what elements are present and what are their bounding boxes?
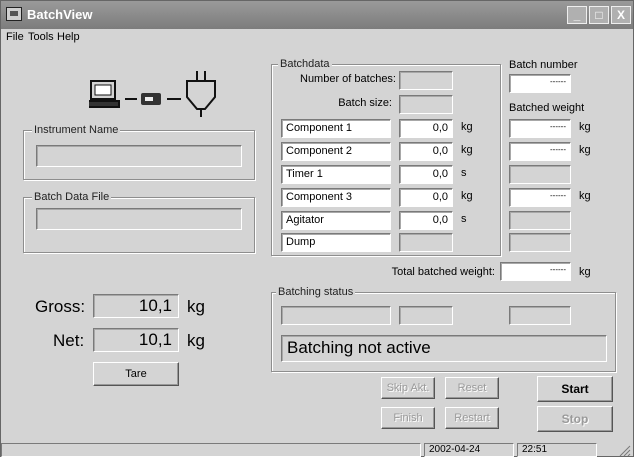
component-3-unit: kg	[461, 190, 473, 202]
timer-1-value[interactable]: 0,0	[399, 165, 453, 184]
instrument-icon	[141, 93, 161, 105]
start-button[interactable]: Start	[537, 376, 613, 402]
component-2-batched: ------	[509, 142, 571, 161]
menu-tools[interactable]: Tools	[28, 31, 54, 43]
batch-size-field	[399, 95, 453, 114]
instrument-name-group: Instrument Name	[23, 124, 255, 180]
number-of-batches-label: Number of batches:	[300, 73, 396, 85]
status-message-cell	[1, 443, 421, 457]
batch-data-file-label: Batch Data File	[32, 191, 112, 203]
component-1-name[interactable]: Component 1	[281, 119, 391, 138]
dump-name[interactable]: Dump	[281, 233, 391, 252]
gross-value: 10,1	[93, 294, 179, 318]
status-field-1	[281, 306, 391, 325]
minimize-button[interactable]: _	[567, 6, 587, 24]
component-2-unit: kg	[461, 144, 473, 156]
timer-1-name[interactable]: Timer 1	[281, 165, 391, 184]
title-bar[interactable]: BatchView _ □ X	[1, 1, 633, 29]
total-batched-weight-field: ------	[500, 262, 571, 281]
net-label: Net:	[53, 331, 85, 350]
component-3-batched-unit: kg	[579, 190, 591, 202]
agitator-unit: s	[461, 213, 467, 225]
component-3-value[interactable]: 0,0	[399, 188, 453, 207]
batched-weight-label: Batched weight	[509, 102, 585, 114]
finish-button[interactable]: Finish	[381, 407, 435, 429]
dump-value	[399, 233, 453, 252]
status-date: 2002-04-24	[424, 443, 514, 457]
batch-data-file-field	[36, 208, 242, 230]
menu-bar: File Tools Help	[1, 29, 633, 47]
batch-number-label: Batch number	[509, 59, 578, 71]
batchdata-label: Batchdata	[278, 58, 332, 70]
timer-1-unit: s	[461, 167, 467, 179]
agitator-value[interactable]: 0,0	[399, 211, 453, 230]
batching-status-message: Batching not active	[281, 335, 607, 362]
status-time: 22:51	[517, 443, 597, 457]
system-diagram-icon	[89, 71, 216, 117]
instrument-name-field	[36, 145, 242, 167]
window-title: BatchView	[27, 7, 93, 22]
total-batched-weight-unit: kg	[579, 266, 591, 278]
batchview-window: BatchView _ □ X File Tools Help Instrume…	[0, 0, 634, 457]
status-field-3	[509, 306, 571, 325]
component-2-name[interactable]: Component 2	[281, 142, 391, 161]
batch-size-label: Batch size:	[338, 97, 392, 109]
component-1-value[interactable]: 0,0	[399, 119, 453, 138]
reset-button[interactable]: Reset	[445, 377, 499, 399]
net-unit: kg	[187, 331, 205, 350]
close-button[interactable]: X	[611, 6, 631, 24]
computer-icon	[89, 80, 120, 108]
total-batched-weight-label: Total batched weight:	[391, 266, 495, 278]
restart-button[interactable]: Restart	[445, 407, 499, 429]
timer-1-batched	[509, 165, 571, 184]
menu-file[interactable]: File	[6, 31, 24, 43]
number-of-batches-field	[399, 71, 453, 90]
component-2-batched-unit: kg	[579, 144, 591, 156]
gross-label: Gross:	[35, 297, 86, 316]
resize-grip-icon[interactable]	[617, 443, 631, 457]
app-icon	[6, 7, 22, 21]
stop-button[interactable]: Stop	[537, 406, 613, 432]
component-2-value[interactable]: 0,0	[399, 142, 453, 161]
hopper-icon	[186, 71, 216, 117]
component-3-name[interactable]: Component 3	[281, 188, 391, 207]
skip-akt-button[interactable]: Skip Akt.	[381, 377, 435, 399]
instrument-name-label: Instrument Name	[32, 124, 121, 136]
dump-batched	[509, 233, 571, 252]
agitator-batched	[509, 211, 571, 230]
batch-data-file-group: Batch Data File	[23, 191, 255, 253]
gross-unit: kg	[187, 297, 205, 316]
net-value: 10,1	[93, 328, 179, 352]
component-1-batched: ------	[509, 119, 571, 138]
status-field-2	[399, 306, 453, 325]
batching-status-label: Batching status	[276, 286, 356, 298]
component-3-batched: ------	[509, 188, 571, 207]
status-bar: 2002-04-24 22:51	[1, 441, 633, 457]
agitator-name[interactable]: Agitator	[281, 211, 391, 230]
menu-help[interactable]: Help	[57, 31, 80, 43]
batch-number-field: ------	[509, 74, 571, 93]
tare-button[interactable]: Tare	[93, 362, 179, 386]
maximize-button[interactable]: □	[589, 6, 609, 24]
component-1-unit: kg	[461, 121, 473, 133]
component-1-batched-unit: kg	[579, 121, 591, 133]
